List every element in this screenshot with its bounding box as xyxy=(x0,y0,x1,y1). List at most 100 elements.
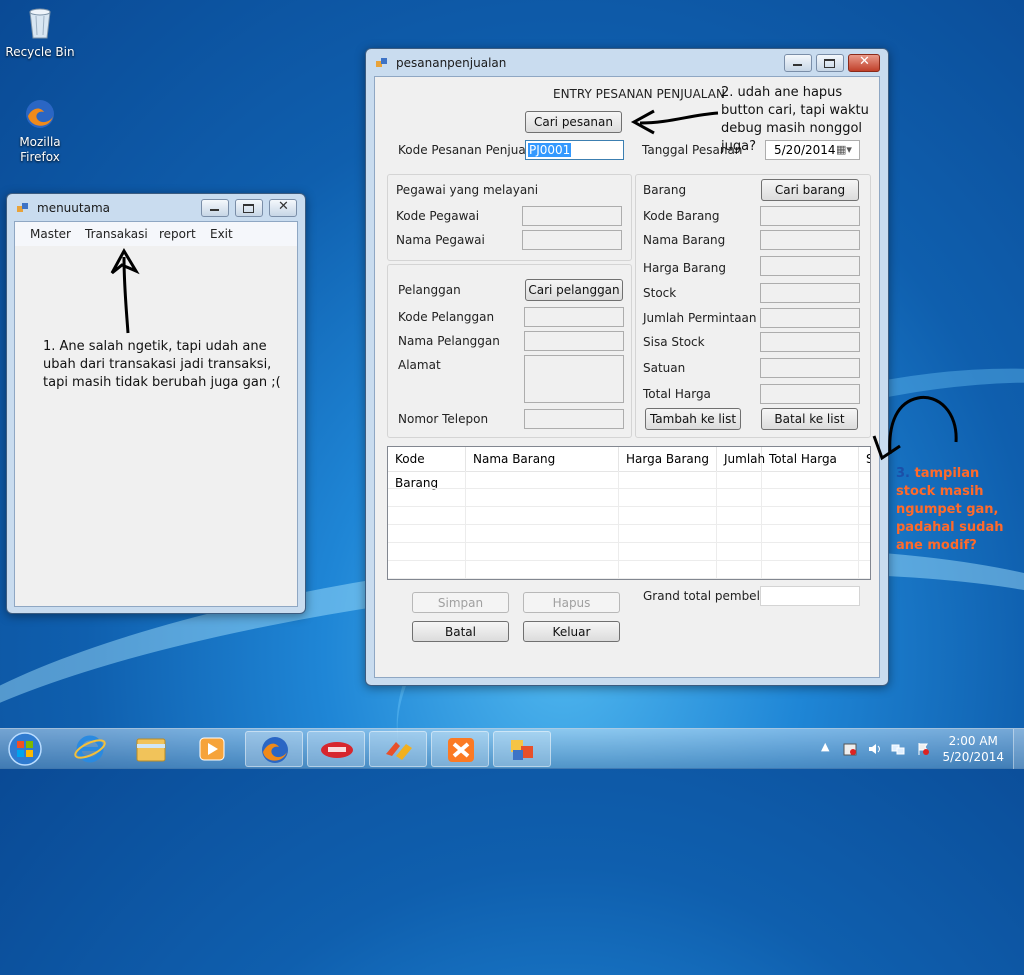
folder-icon xyxy=(136,738,166,762)
sisa-stock-label: Sisa Stock xyxy=(643,335,705,349)
nama-pelanggan-label: Nama Pelanggan xyxy=(398,334,500,348)
title-bar[interactable]: menuutama ✕ xyxy=(7,194,305,220)
nama-pelanggan-field[interactable] xyxy=(524,331,624,351)
desktop-icon-label: Mozilla Firefox xyxy=(19,135,61,164)
annotation-arrow-1 xyxy=(110,247,140,334)
clock-date: 5/20/2014 xyxy=(942,750,1004,764)
taskbar: ▲ 2:00 AM 5/20/2014 xyxy=(0,728,1024,769)
show-hidden-icons-icon[interactable]: ▲ xyxy=(821,740,835,754)
satuan-field[interactable] xyxy=(760,358,860,378)
menuutama-window: menuutama ✕ Master Transakasi report Exi… xyxy=(6,193,306,614)
nama-pegawai-field[interactable] xyxy=(522,230,622,250)
nama-barang-label: Nama Barang xyxy=(643,233,726,247)
taskbar-xampp[interactable] xyxy=(431,731,489,767)
table-row[interactable] xyxy=(388,507,870,525)
taskbar-winforms-app[interactable] xyxy=(493,731,551,767)
menu-exit[interactable]: Exit xyxy=(210,227,233,241)
firefox-icon xyxy=(0,98,80,133)
kode-pesanan-input[interactable]: PJ0001 xyxy=(525,140,624,160)
maximize-icon xyxy=(243,204,254,213)
grid-divider xyxy=(761,471,762,579)
title-bar[interactable]: pesananpenjualan ✕ xyxy=(366,49,888,75)
keluar-button[interactable]: Keluar xyxy=(523,621,620,642)
cari-pesanan-button[interactable]: Cari pesanan xyxy=(525,111,622,133)
taskbar-ie[interactable] xyxy=(61,731,119,767)
jumlah-permintaan-field[interactable] xyxy=(760,308,860,328)
pesanan-client: ENTRY PESANAN PENJUALAN Cari pesanan Kod… xyxy=(374,76,880,678)
menu-master[interactable]: Master xyxy=(30,227,71,241)
kode-barang-label: Kode Barang xyxy=(643,209,720,223)
minimize-button[interactable] xyxy=(784,54,812,72)
network-icon[interactable] xyxy=(891,742,905,756)
pegawai-group-label: Pegawai yang melayani xyxy=(396,183,539,197)
window-title: pesananpenjualan xyxy=(396,56,507,70)
kode-pegawai-field[interactable] xyxy=(522,206,622,226)
taskbar-smart[interactable] xyxy=(307,731,365,767)
stock-field[interactable] xyxy=(760,283,860,303)
stock-label: Stock xyxy=(643,286,677,300)
jumlah-permintaan-label: Jumlah Permintaan xyxy=(643,311,757,325)
satuan-label: Satuan xyxy=(643,361,686,375)
batal-button[interactable]: Batal xyxy=(412,621,509,642)
cari-pelanggan-button[interactable]: Cari pelanggan xyxy=(525,279,623,301)
grid-col-harga-barang[interactable]: Harga Barang xyxy=(619,447,717,471)
grand-total-field[interactable] xyxy=(760,586,860,606)
close-button[interactable]: ✕ xyxy=(848,54,880,72)
app-6-icon xyxy=(386,742,412,760)
total-harga-field[interactable] xyxy=(760,384,860,404)
annotation-note-3-text: tampilan stock masih ngumpet gan, padaha… xyxy=(896,466,1004,553)
media-player-icon xyxy=(199,737,225,761)
smart-app-icon xyxy=(321,742,353,758)
menu-report[interactable]: report xyxy=(159,227,196,241)
hapus-button[interactable]: Hapus xyxy=(523,592,620,613)
taskbar-media-player[interactable] xyxy=(183,731,241,767)
desktop-icon-recycle-bin[interactable]: Recycle Bin xyxy=(0,6,80,59)
barang-data-grid[interactable]: Kode Barang Nama Barang Harga Barang Jum… xyxy=(387,446,871,580)
show-desktop-button[interactable] xyxy=(1013,729,1024,769)
tray-app-icon[interactable] xyxy=(843,742,857,756)
grid-col-nama-barang[interactable]: Nama Barang xyxy=(466,447,619,471)
taskbar-app-6[interactable] xyxy=(369,731,427,767)
harga-barang-field[interactable] xyxy=(760,256,860,276)
maximize-button[interactable] xyxy=(235,199,263,217)
windows-orb-icon xyxy=(8,732,42,766)
desktop-icon-label: Recycle Bin xyxy=(5,45,75,59)
alamat-label: Alamat xyxy=(398,358,441,372)
nama-pegawai-label: Nama Pegawai xyxy=(396,233,485,247)
table-row[interactable] xyxy=(388,471,870,489)
tambah-ke-list-button[interactable]: Tambah ke list xyxy=(645,408,741,430)
table-row[interactable] xyxy=(388,561,870,579)
table-row[interactable] xyxy=(388,543,870,561)
action-center-icon[interactable] xyxy=(916,742,930,756)
kode-barang-field[interactable] xyxy=(760,206,860,226)
annotation-note-3-number: 3. xyxy=(896,466,910,481)
table-row[interactable] xyxy=(388,489,870,507)
grid-col-jumlah[interactable]: Jumlah xyxy=(717,447,765,471)
harga-barang-label: Harga Barang xyxy=(643,261,726,275)
grid-divider xyxy=(465,471,466,579)
close-button[interactable]: ✕ xyxy=(269,199,297,217)
kode-pelanggan-field[interactable] xyxy=(524,307,624,327)
menu-transaksi[interactable]: Transakasi xyxy=(85,227,148,241)
desktop-icon-firefox[interactable]: Mozilla Firefox xyxy=(0,98,80,165)
simpan-button[interactable]: Simpan xyxy=(412,592,509,613)
table-row[interactable] xyxy=(388,525,870,543)
telepon-field[interactable] xyxy=(524,409,624,429)
grid-col-total-harga[interactable]: Total Harga xyxy=(762,447,859,471)
start-button[interactable] xyxy=(6,730,46,768)
alamat-field[interactable] xyxy=(524,355,624,403)
clock[interactable]: 2:00 AM 5/20/2014 xyxy=(942,733,1004,765)
maximize-button[interactable] xyxy=(816,54,844,72)
annotation-arrow-2 xyxy=(630,109,719,135)
volume-icon[interactable] xyxy=(868,742,882,756)
nama-barang-field[interactable] xyxy=(760,230,860,250)
minimize-button[interactable] xyxy=(201,199,229,217)
grid-col-kode-barang[interactable]: Kode Barang xyxy=(388,447,466,490)
sisa-stock-field[interactable] xyxy=(760,332,860,352)
taskbar-explorer[interactable] xyxy=(122,731,180,767)
cari-barang-button[interactable]: Cari barang xyxy=(761,179,859,201)
batal-ke-list-button[interactable]: Batal ke list xyxy=(761,408,858,430)
internet-explorer-icon xyxy=(74,735,106,763)
pelanggan-group-label: Pelanggan xyxy=(398,283,461,297)
taskbar-firefox[interactable] xyxy=(245,731,303,767)
